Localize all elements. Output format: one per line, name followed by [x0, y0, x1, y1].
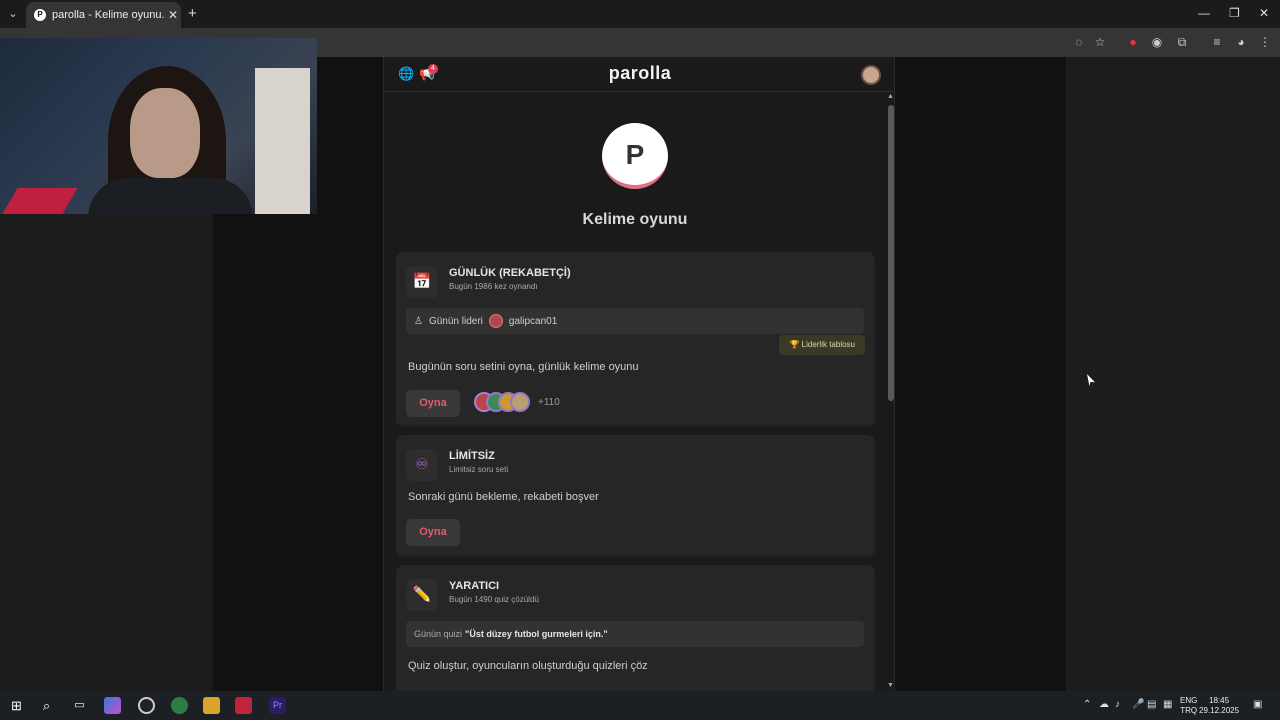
players-more-count: +110	[538, 396, 560, 408]
person-face	[130, 88, 200, 178]
red-light	[2, 188, 78, 214]
card-description: Bugünün soru setini oyna, günlük kelime …	[408, 361, 639, 373]
clock-date: 29.12.2025	[1199, 706, 1240, 715]
language-indicator[interactable]: ENG TRQ	[1180, 696, 1197, 716]
card-title: GÜNLÜK (REKABETÇİ)	[449, 267, 571, 279]
pencil-icon: ✏️	[406, 579, 438, 611]
scroll-thumb[interactable]	[888, 105, 894, 401]
scroll-up-icon[interactable]: ▲	[887, 93, 894, 100]
chrome-icon[interactable]	[171, 697, 188, 714]
close-window-button[interactable]: ✕	[1259, 6, 1269, 20]
daily-leader-row[interactable]: ♙ Günün lideri galipcan01	[406, 308, 864, 334]
card-description: Sonraki günü bekleme, rekabeti boşver	[408, 491, 599, 503]
leader-label: Günün lideri	[428, 315, 483, 327]
infinity-icon: ♾	[406, 449, 438, 481]
quiz-name[interactable]: "Üst düzey futbol gurmeleri için."	[465, 629, 608, 639]
unlimited-card: ♾ LİMİTSİZ Limitsiz soru seti Sonraki gü…	[396, 435, 875, 558]
daily-card: 📅 GÜNLÜK (REKABETÇİ) Bugün 1986 kez oyna…	[396, 252, 875, 428]
scrollbar[interactable]: ▲ ▼	[885, 93, 894, 691]
left-background	[0, 214, 213, 691]
favicon-icon: P	[34, 9, 46, 21]
clock-time: 18:45	[1209, 696, 1230, 705]
card-subtitle: Bugün 1490 quiz çözüldü	[449, 595, 539, 604]
minimize-button[interactable]: —	[1198, 6, 1210, 20]
calendar-icon: 📅	[406, 266, 438, 298]
play-unlimited-button[interactable]: Oyna	[406, 519, 460, 546]
webcam-overlay	[0, 38, 317, 214]
user-avatar[interactable]	[861, 65, 881, 85]
card-subtitle: Limitsiz soru seti	[449, 465, 509, 474]
menu-icon[interactable]: ⋮	[1257, 34, 1273, 50]
gpu-icon[interactable]: ▦	[1163, 699, 1172, 710]
speaker-icon[interactable]: ♪	[1115, 699, 1120, 710]
extension-grey-icon[interactable]: ◉	[1149, 34, 1165, 50]
eye-off-icon[interactable]: ◌	[1071, 34, 1087, 50]
start-icon[interactable]: ⊞	[8, 697, 25, 714]
premiere-icon[interactable]: Pr	[269, 697, 286, 714]
lang-top: ENG	[1180, 696, 1198, 705]
players-avatars: +110	[474, 392, 560, 412]
notifications-icon[interactable]: ▣	[1253, 699, 1262, 710]
app-header: 🌐 📢 4 parolla	[384, 57, 894, 92]
quiz-label: Günün quizi	[414, 629, 463, 639]
card-subtitle: Bugün 1986 kez oynandı	[449, 282, 538, 291]
bookshelf	[255, 68, 310, 214]
lang-bottom: TRQ	[1180, 706, 1198, 715]
media-icon[interactable]: ≡	[1209, 34, 1225, 50]
voice-app-icon[interactable]	[235, 697, 252, 714]
copilot-icon[interactable]	[104, 697, 121, 714]
system-clock[interactable]: 18:45 29.12.2025	[1199, 696, 1239, 716]
browser-tab[interactable]: P parolla - Kelime oyunu. Günlük ✕	[26, 2, 181, 28]
network-icon[interactable]: ▤	[1147, 699, 1156, 710]
tray-expand-icon[interactable]: ⌃	[1083, 699, 1091, 710]
search-icon[interactable]: ⌕	[38, 697, 55, 714]
scroll-down-icon[interactable]: ▼	[887, 682, 894, 689]
puzzle-icon[interactable]: ⧉	[1174, 34, 1190, 50]
leader-name[interactable]: galipcan01	[509, 316, 557, 327]
card-title: LİMİTSİZ	[449, 450, 495, 462]
card-description: Quiz oluştur, oyuncuların oluşturduğu qu…	[408, 660, 648, 672]
creative-card: ✏️ YARATICI Bugün 1490 quiz çözüldü Günü…	[396, 565, 875, 691]
file-explorer-icon[interactable]	[203, 697, 220, 714]
tab-list-button[interactable]: ⌄	[4, 5, 22, 23]
parolla-logo: P	[602, 123, 668, 189]
daily-quiz-row[interactable]: Günün quizi "Üst düzey futbol gurmeleri …	[406, 621, 864, 647]
microphone-icon[interactable]: 🎤	[1132, 699, 1144, 710]
tray-cloud-icon[interactable]: ☁	[1099, 699, 1109, 710]
leaderboard-button[interactable]: 🏆 Liderlik tablosu	[779, 335, 865, 355]
windows-taskbar: ⊞ ⌕ ▭ Pr ⌃ ☁ ♪ 🎤 ▤ ▦ ENG TRQ 18:45 29.12…	[0, 691, 1280, 720]
tab-title: parolla - Kelime oyunu. Günlük	[52, 9, 164, 21]
page-subtitle: Kelime oyunu	[582, 211, 688, 228]
obs-icon[interactable]	[138, 697, 155, 714]
task-view-icon[interactable]: ▭	[71, 697, 88, 714]
brand-title[interactable]: parolla	[384, 63, 894, 84]
card-title: YARATICI	[449, 580, 500, 592]
parolla-app: 🌐 📢 4 parolla ▲ ▼ P Kelime oyunu 📅 GÜNLÜ…	[383, 57, 895, 691]
close-tab-icon[interactable]: ✕	[168, 8, 178, 22]
right-background	[1066, 57, 1280, 691]
extension-red-icon[interactable]: ●	[1125, 34, 1141, 50]
profile-avatar-icon[interactable]: ◕	[1233, 34, 1249, 50]
new-tab-button[interactable]: +	[188, 5, 197, 22]
person-body	[88, 178, 253, 214]
trophy-icon: ♙	[414, 315, 423, 327]
leader-avatar	[488, 314, 503, 328]
player-avatar	[510, 392, 530, 412]
browser-titlebar: ⌄ P parolla - Kelime oyunu. Günlük ✕ + —…	[0, 0, 1280, 28]
restore-button[interactable]: ❐	[1229, 6, 1240, 20]
play-daily-button[interactable]: Oyna	[406, 390, 460, 417]
star-icon[interactable]: ☆	[1092, 34, 1108, 50]
